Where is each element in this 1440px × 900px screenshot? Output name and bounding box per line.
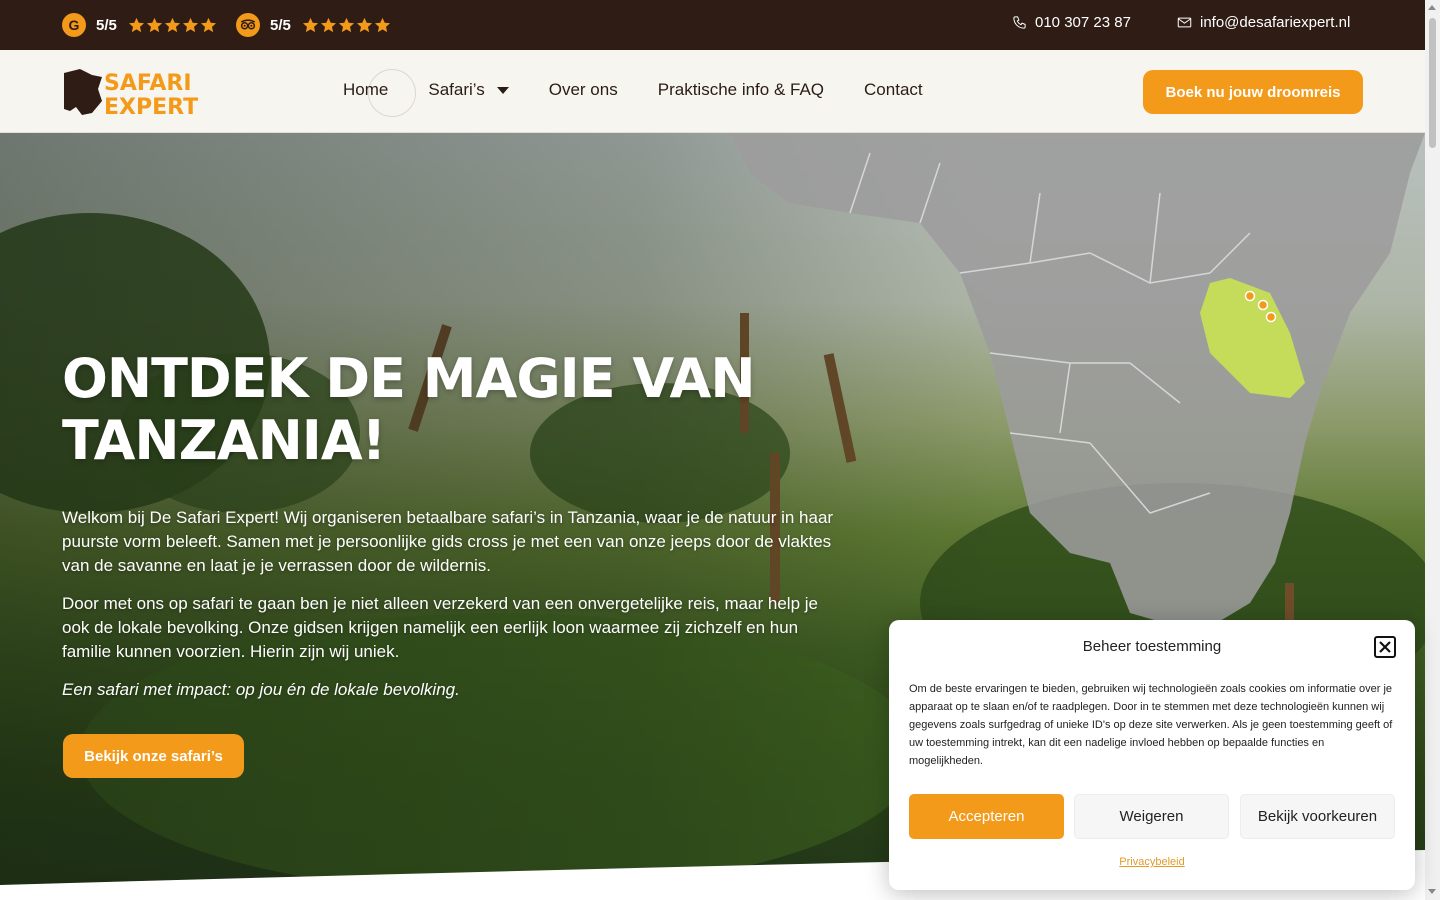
hero-paragraph-1: Welkom bij De Safari Expert! Wij organis…	[62, 508, 834, 575]
map-pin-icon	[1257, 299, 1269, 311]
tripadvisor-rating[interactable]: 5/5	[236, 13, 391, 37]
star-icon	[338, 17, 354, 32]
google-g-icon: G	[62, 13, 86, 37]
accept-button[interactable]: Accepteren	[909, 794, 1064, 839]
scroll-up-arrow-icon[interactable]	[1428, 5, 1436, 10]
tripadvisor-icon	[236, 13, 260, 37]
scroll-down-arrow-icon[interactable]	[1428, 889, 1436, 894]
cookie-description: Om de beste ervaringen te bieden, gebrui…	[909, 683, 1393, 767]
page-scrollbar[interactable]	[1425, 0, 1440, 900]
hero-paragraph-2: Door met ons op safari te gaan ben je ni…	[62, 594, 818, 661]
nav-menu: Home Safari’s Over ons Praktische info &…	[343, 80, 963, 100]
close-x-icon	[1379, 641, 1391, 653]
rating-score: 5/5	[270, 16, 291, 34]
cookie-dialog-title: Beheer toestemming	[1082, 638, 1222, 655]
nav-item-contact[interactable]: Contact	[864, 80, 923, 100]
rating-score: 5/5	[96, 16, 117, 34]
view-preferences-button[interactable]: Bekijk voorkeuren	[1240, 794, 1395, 839]
deny-button[interactable]: Weigeren	[1074, 794, 1229, 839]
hero-title: ONTDEK DE MAGIE VAN TANZANIA!	[62, 347, 756, 472]
star-icon	[320, 17, 336, 32]
email-address: info@desafariexpert.nl	[1200, 14, 1351, 31]
star-icon	[374, 17, 390, 32]
nav-item-praktische-info[interactable]: Praktische info & FAQ	[658, 80, 824, 100]
google-rating[interactable]: G 5/5	[62, 13, 217, 37]
nav-item-home[interactable]: Home	[343, 80, 388, 100]
rating-stars	[128, 17, 217, 34]
cookie-consent-dialog: Beheer toestemming Om de beste ervaringe…	[889, 620, 1415, 890]
nav-item-label: Safari’s	[428, 80, 485, 99]
africa-shape-icon	[64, 69, 102, 115]
phone-icon	[1013, 16, 1026, 29]
star-icon	[200, 17, 216, 32]
scrollbar-thumb[interactable]	[1429, 18, 1436, 148]
rating-stars	[302, 17, 391, 34]
nav-item-over-ons[interactable]: Over ons	[549, 80, 618, 100]
star-icon	[356, 17, 372, 32]
hero-tagline: Een safari met impact: op jou én de loka…	[62, 680, 460, 699]
nav-item-safaris[interactable]: Safari’s	[428, 80, 509, 100]
email-link[interactable]: info@desafariexpert.nl	[1177, 14, 1350, 31]
star-icon	[146, 17, 162, 32]
star-icon	[164, 17, 180, 32]
caret-down-icon	[496, 86, 509, 94]
book-now-button[interactable]: Boek nu jouw droomreis	[1143, 70, 1363, 114]
top-bar: G 5/5 5/5 010 307 23 87 info@desafariexp…	[0, 0, 1425, 50]
logo-text-expert: EXPERT	[104, 95, 198, 117]
mail-icon	[1177, 17, 1192, 28]
star-icon	[128, 17, 144, 32]
main-navigation: SAFARI EXPERT Home Safari’s Over ons Pra…	[0, 50, 1425, 133]
phone-number: 010 307 23 87	[1035, 14, 1131, 31]
logo-text-safari: SAFARI	[104, 71, 192, 96]
safari-expert-logo[interactable]: SAFARI EXPERT	[62, 67, 214, 117]
star-icon	[182, 17, 198, 32]
close-icon[interactable]	[1374, 636, 1396, 658]
star-icon	[302, 17, 318, 32]
view-safaris-button[interactable]: Bekijk onze safari’s	[63, 734, 244, 778]
map-pin-icon	[1265, 311, 1277, 323]
privacy-policy-link[interactable]: Privacybeleid	[889, 856, 1415, 868]
phone-link[interactable]: 010 307 23 87	[1012, 14, 1131, 31]
map-pin-icon	[1244, 290, 1256, 302]
owl-eyes-icon	[240, 19, 256, 30]
